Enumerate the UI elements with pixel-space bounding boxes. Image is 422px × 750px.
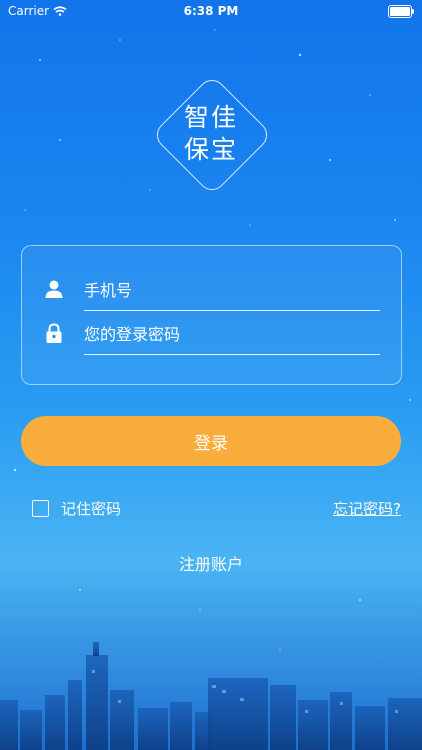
login-form-card bbox=[21, 245, 402, 385]
password-field bbox=[22, 314, 401, 355]
logo-line-2: 保宝 bbox=[183, 135, 238, 164]
status-time: 6:38 PM bbox=[183, 4, 239, 18]
remember-checkbox[interactable] bbox=[32, 500, 49, 517]
user-icon bbox=[45, 280, 63, 298]
remember-label: 记住密码 bbox=[61, 500, 122, 518]
remember-password-toggle[interactable]: 记住密码 bbox=[32, 498, 121, 519]
login-button[interactable]: 登录 bbox=[21, 416, 401, 466]
phone-field bbox=[22, 270, 401, 311]
lock-icon bbox=[46, 323, 62, 343]
register-account-link[interactable]: 注册账户 bbox=[0, 551, 422, 575]
forgot-password-link[interactable]: 忘记密码? bbox=[333, 498, 401, 519]
app-logo: 智佳 保宝 bbox=[151, 74, 273, 196]
logo-text: 智佳 保宝 bbox=[151, 102, 271, 166]
city-skyline-image bbox=[0, 642, 422, 750]
battery-icon bbox=[388, 5, 414, 18]
status-bar: Carrier 6:38 PM bbox=[0, 0, 422, 22]
password-input[interactable] bbox=[84, 314, 380, 355]
logo-line-1: 智佳 bbox=[183, 103, 238, 132]
phone-input[interactable] bbox=[84, 270, 380, 311]
